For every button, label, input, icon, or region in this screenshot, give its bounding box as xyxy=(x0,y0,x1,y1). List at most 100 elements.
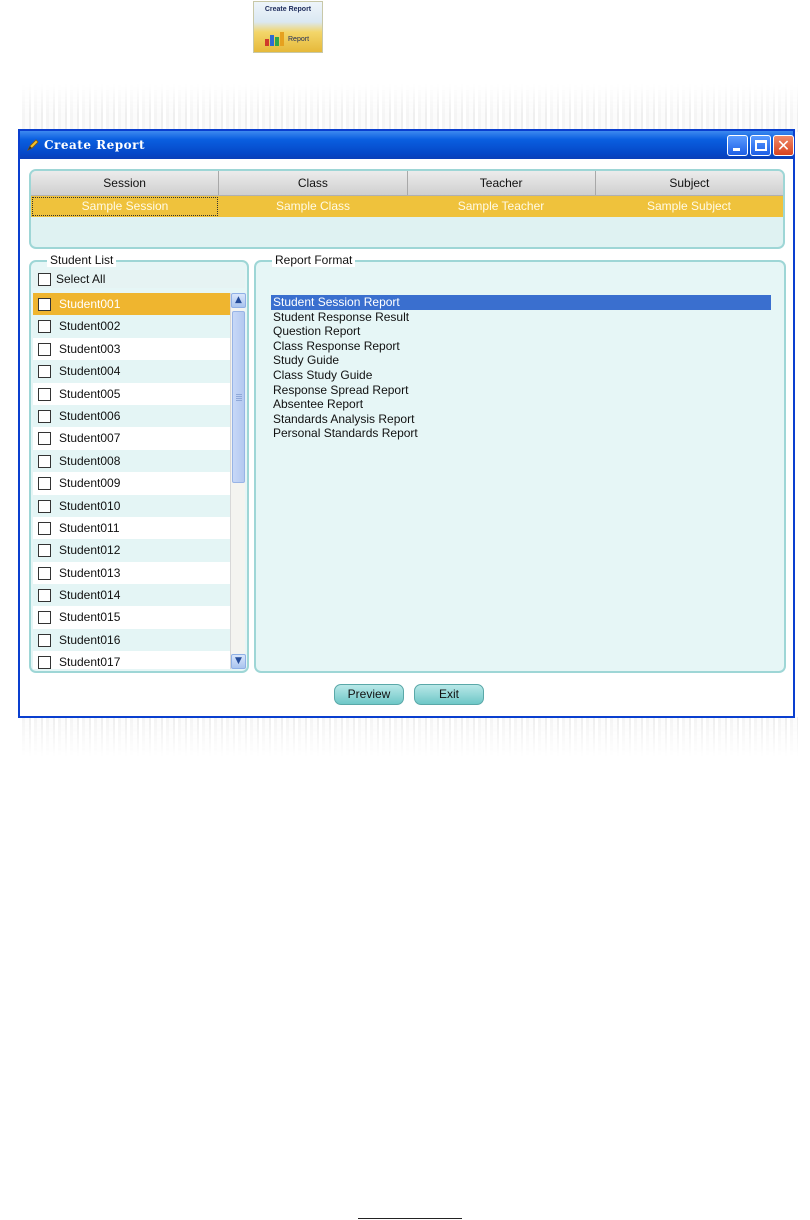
window-titlebar[interactable]: Create Report ✕ xyxy=(20,131,794,159)
student-row[interactable]: Student016 xyxy=(33,628,230,652)
student-label[interactable]: Student010 xyxy=(59,499,120,513)
student-checkbox[interactable] xyxy=(38,320,51,334)
close-button[interactable]: ✕ xyxy=(773,135,794,156)
student-label[interactable]: Student003 xyxy=(59,342,120,356)
value-subject[interactable]: Sample Subject xyxy=(595,196,783,217)
student-row[interactable]: Student012 xyxy=(33,539,230,562)
report-format-list: Student Session Report Student Response R… xyxy=(271,295,771,441)
window-title: Create Report xyxy=(44,138,146,152)
select-all-row[interactable]: Select All xyxy=(33,270,245,288)
value-session[interactable]: Sample Session xyxy=(31,196,219,217)
student-checkbox[interactable] xyxy=(38,589,51,603)
student-row[interactable]: Student014 xyxy=(33,584,230,607)
student-row[interactable]: Student001 xyxy=(33,293,230,316)
report-format-item[interactable]: Absentee Report xyxy=(271,397,771,412)
exit-button[interactable]: Exit xyxy=(414,684,484,705)
report-format-legend: Report Format xyxy=(272,253,356,267)
student-label[interactable]: Student017 xyxy=(59,655,120,669)
value-class[interactable]: Sample Class xyxy=(219,196,407,217)
student-row[interactable]: Student011 xyxy=(33,516,230,540)
toolbar-button-title: Create Report xyxy=(264,6,312,13)
preview-button[interactable]: Preview xyxy=(334,684,404,705)
report-format-item[interactable]: Student Session Report xyxy=(271,295,771,310)
student-checkbox[interactable] xyxy=(38,298,51,311)
scroll-up-button[interactable]: ▲ xyxy=(231,293,246,308)
report-format-item[interactable]: Question Report xyxy=(271,324,771,339)
student-checkbox[interactable] xyxy=(38,544,51,558)
create-report-window: Create Report ✕ Session Class Teacher Su… xyxy=(18,129,795,718)
student-row[interactable]: Student006 xyxy=(33,404,230,428)
student-row[interactable]: Student002 xyxy=(33,315,230,338)
student-label[interactable]: Student016 xyxy=(59,633,120,647)
student-list-scrollbar[interactable]: ▲ ▼ xyxy=(230,293,246,669)
student-checkbox[interactable] xyxy=(38,365,51,379)
report-format-item[interactable]: Personal Standards Report xyxy=(271,426,771,441)
select-all-checkbox[interactable] xyxy=(38,273,51,286)
student-checkbox[interactable] xyxy=(38,454,51,468)
report-format-item[interactable]: Student Response Result xyxy=(271,310,771,325)
student-row[interactable]: Student004 xyxy=(33,360,230,383)
student-checkbox[interactable] xyxy=(38,477,51,491)
student-label[interactable]: Student002 xyxy=(59,319,120,333)
student-list-group: Student List Select All Student001 Studen… xyxy=(29,253,249,673)
info-value-row[interactable]: Sample Session Sample Class Sample Teach… xyxy=(31,196,783,217)
student-checkbox[interactable] xyxy=(38,432,51,446)
value-teacher[interactable]: Sample Teacher xyxy=(407,196,595,217)
student-list-legend: Student List xyxy=(47,253,117,267)
student-label[interactable]: Student011 xyxy=(59,521,120,535)
header-class: Class xyxy=(219,171,408,195)
student-label[interactable]: Student008 xyxy=(59,454,120,468)
scroll-thumb[interactable] xyxy=(232,311,245,483)
student-label[interactable]: Student014 xyxy=(59,588,120,602)
header-session: Session xyxy=(31,171,220,195)
maximize-icon xyxy=(755,140,767,151)
scroll-down-button[interactable]: ▼ xyxy=(231,654,246,669)
report-format-group: Report Format Student Session Report Stud… xyxy=(254,253,786,673)
report-format-item[interactable]: Study Guide xyxy=(271,353,771,368)
close-icon: ✕ xyxy=(776,136,791,155)
student-row[interactable]: Student007 xyxy=(33,427,230,450)
student-checkbox[interactable] xyxy=(38,387,51,401)
student-checkbox[interactable] xyxy=(38,633,51,647)
student-checkbox[interactable] xyxy=(38,656,51,669)
student-list: Student001 Student002 Student003 Student004… xyxy=(33,293,230,669)
grip-icon xyxy=(236,394,242,402)
pencil-app-icon xyxy=(27,139,39,151)
header-subject: Subject xyxy=(669,176,710,190)
report-format-item[interactable]: Class Response Report xyxy=(271,339,771,354)
student-checkbox[interactable] xyxy=(38,611,51,625)
student-checkbox[interactable] xyxy=(38,499,51,513)
student-row[interactable]: Student003 xyxy=(33,337,230,361)
student-label[interactable]: Student012 xyxy=(59,543,120,557)
maximize-button[interactable] xyxy=(750,135,771,156)
student-checkbox[interactable] xyxy=(38,409,51,423)
report-format-item[interactable]: Class Study Guide xyxy=(271,368,771,383)
student-label[interactable]: Student015 xyxy=(59,610,120,624)
student-label[interactable]: Student004 xyxy=(59,364,120,378)
student-label[interactable]: Student007 xyxy=(59,431,120,445)
student-row[interactable]: Student015 xyxy=(33,606,230,629)
student-label[interactable]: Student001 xyxy=(59,297,120,311)
student-row[interactable]: Student010 xyxy=(33,494,230,517)
student-checkbox[interactable] xyxy=(38,566,51,580)
select-all-label[interactable]: Select All xyxy=(56,272,105,286)
student-row[interactable]: Student008 xyxy=(33,449,230,473)
report-format-item[interactable]: Response Spread Report xyxy=(271,383,771,398)
session-info-panel: Session Class Teacher Subject Sample Ses… xyxy=(29,169,785,249)
report-format-item[interactable]: Standards Analysis Report xyxy=(271,412,771,427)
student-label[interactable]: Student013 xyxy=(59,566,120,580)
create-report-toolbar-button[interactable]: Create Report Report xyxy=(253,1,323,53)
student-row[interactable]: Student005 xyxy=(33,382,230,405)
student-label[interactable]: Student009 xyxy=(59,476,120,490)
student-row[interactable]: Student013 xyxy=(33,561,230,585)
page-footer-divider xyxy=(358,1218,462,1219)
student-checkbox[interactable] xyxy=(38,521,51,535)
window-shadow-top xyxy=(22,84,798,132)
minimize-button[interactable] xyxy=(727,135,748,156)
info-header-row: Session Class Teacher Subject xyxy=(31,171,783,196)
student-label[interactable]: Student006 xyxy=(59,409,120,423)
student-row[interactable]: Student009 xyxy=(33,472,230,495)
student-label[interactable]: Student005 xyxy=(59,387,120,401)
student-checkbox[interactable] xyxy=(38,342,51,356)
student-row[interactable]: Student017 xyxy=(33,651,230,669)
